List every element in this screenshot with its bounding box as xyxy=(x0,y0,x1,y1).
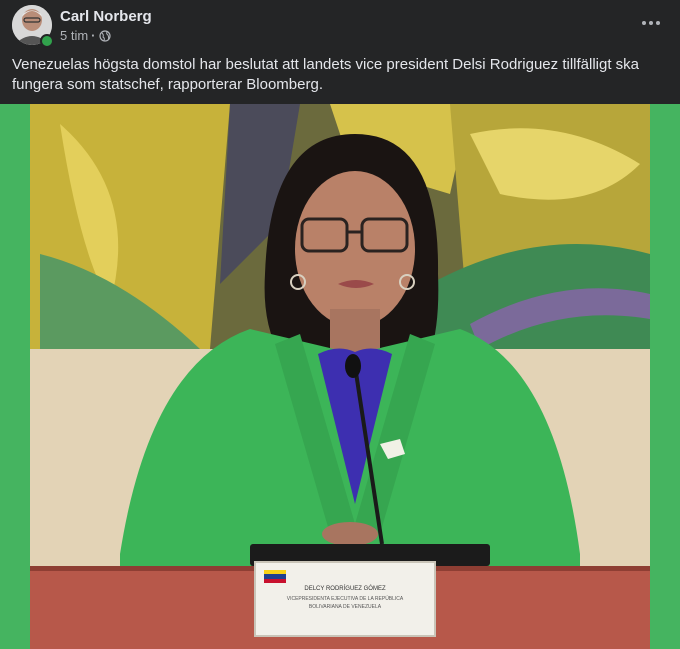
post-meta: 5 tim · xyxy=(60,28,111,43)
more-horizontal-icon xyxy=(642,21,660,25)
author-name[interactable]: Carl Norberg xyxy=(60,8,152,25)
post-text: Venezuelas högsta domstol har beslutat a… xyxy=(12,56,640,93)
post-time[interactable]: 5 tim xyxy=(60,28,88,43)
nameplate-name: DELCY RODRÍGUEZ GÓMEZ xyxy=(304,585,386,592)
globe-icon[interactable] xyxy=(98,29,111,42)
online-status-dot xyxy=(40,34,54,48)
nameplate-country: BOLIVARIANA DE VENEZUELA xyxy=(309,604,382,610)
post-header: Carl Norberg 5 tim · xyxy=(0,0,680,50)
nameplate-title: VICEPRESIDENTA EJECUTIVA DE LA REPÚBLICA xyxy=(287,595,404,602)
post-image[interactable]: DELCY RODRÍGUEZ GÓMEZ VICEPRESIDENTA EJE… xyxy=(0,104,680,649)
meta-separator: · xyxy=(91,28,96,43)
more-options-button[interactable] xyxy=(636,9,666,37)
